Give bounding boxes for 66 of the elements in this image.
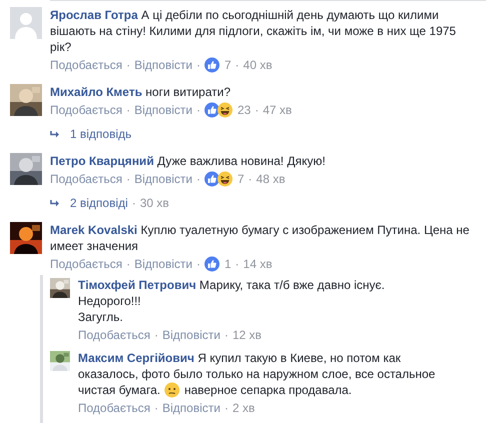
separator-dot: · [196,102,200,118]
laughing-face-icon [217,102,234,118]
like-link[interactable]: Подобається [50,171,122,187]
comment-time: 2 хв [232,400,255,416]
reply-link[interactable]: Відповісти [134,102,192,118]
reply-arrow-icon [50,198,60,208]
comment-text: Marek Kovalski Куплю туалетную бумагу с изображением Путина. Цена не имеет значения [50,222,470,254]
reply-link[interactable]: Відповісти [134,256,192,272]
replies-link[interactable]: 2 відповіді [50,195,128,211]
author-name[interactable]: Петро Кварцяний [50,154,154,168]
comment-time: 48 хв [256,171,286,187]
thumbs-up-icon [204,171,220,187]
separator-dot: · [235,256,240,272]
separator-dot: · [126,171,130,187]
separator-dot: · [235,57,240,73]
like-link[interactable]: Подобається [78,400,150,416]
like-link[interactable]: Подобається [50,57,122,73]
default-avatar-icon [10,7,42,39]
comment-text: Тімохфей Петрович Марику, така т/б вже давно існує. [78,277,386,293]
separator-dot: · [126,102,130,118]
thumbs-up-icon [204,102,220,118]
reaction-count[interactable]: 7 [224,57,232,73]
comment-text: Загугль. [78,309,124,325]
like-link[interactable]: Подобається [78,327,150,343]
author-name[interactable]: Ярослав Готра [50,8,138,22]
separator-dot: · [224,327,228,343]
reply-arrow-icon [50,130,60,138]
thumbs-up-icon [204,57,220,73]
reply-link[interactable]: Відповісти [162,400,220,416]
comment-time: 14 хв [243,256,272,272]
separator-dot: · [254,102,259,118]
separator-dot: · [154,327,158,343]
confused-face-icon [164,382,180,398]
reaction-count[interactable]: 1 [224,256,232,272]
author-name[interactable]: Максим Сергійович [78,351,194,365]
comment-text: Ярослав Готра А ці дебіли по сьогоднішній день думають що килими вішають на стіну! Килими для підлоги, скажіть ім, чи може в них ще 1975 рік? [50,7,457,55]
separator-dot: · [196,171,200,187]
reply-link[interactable]: Відповісти [134,171,192,187]
thumbs-up-icon [204,256,220,272]
comment-text: Недорого!!! [78,293,142,309]
comment-text: Максим Сергійович Я купил такую в Киеве, но потом как оказалось, фото было только на наружном слое, все остальное чистая бумага. наверное сепарка продавала. [78,350,436,398]
laughing-face-icon [217,171,234,187]
separator-dot: · [154,400,158,416]
author-name[interactable]: Михайло Кметь [50,85,142,99]
like-link[interactable]: Подобається [50,256,122,272]
separator-dot: · [224,400,228,416]
separator-dot: · [132,195,136,211]
comment-text: Петро Кварцяний Дуже важлива новина! Дякую! [50,153,326,169]
reaction-count[interactable]: 23 [237,102,251,118]
separator-dot: · [126,57,130,73]
separator-dot: · [196,256,200,272]
separator-dot: · [248,171,252,187]
reply-time: 30 хв [140,195,169,211]
comment-time: 47 хв [262,102,292,118]
comment-text: Михайло Кметь ноги витирати? [50,84,232,100]
replies-link[interactable]: 1 відповідь [50,126,132,142]
comment-time: 12 хв [232,327,262,343]
separator-dot: · [126,256,130,272]
comment-time: 40 хв [243,57,272,73]
author-name[interactable]: Тімохфей Петрович [78,278,196,292]
author-name[interactable]: Marek Kovalski [50,223,138,237]
reaction-count[interactable]: 7 [237,171,244,187]
reply-link[interactable]: Відповісти [162,327,220,343]
like-link[interactable]: Подобається [50,102,122,118]
reply-link[interactable]: Відповісти [134,57,192,73]
separator-dot: · [196,57,200,73]
